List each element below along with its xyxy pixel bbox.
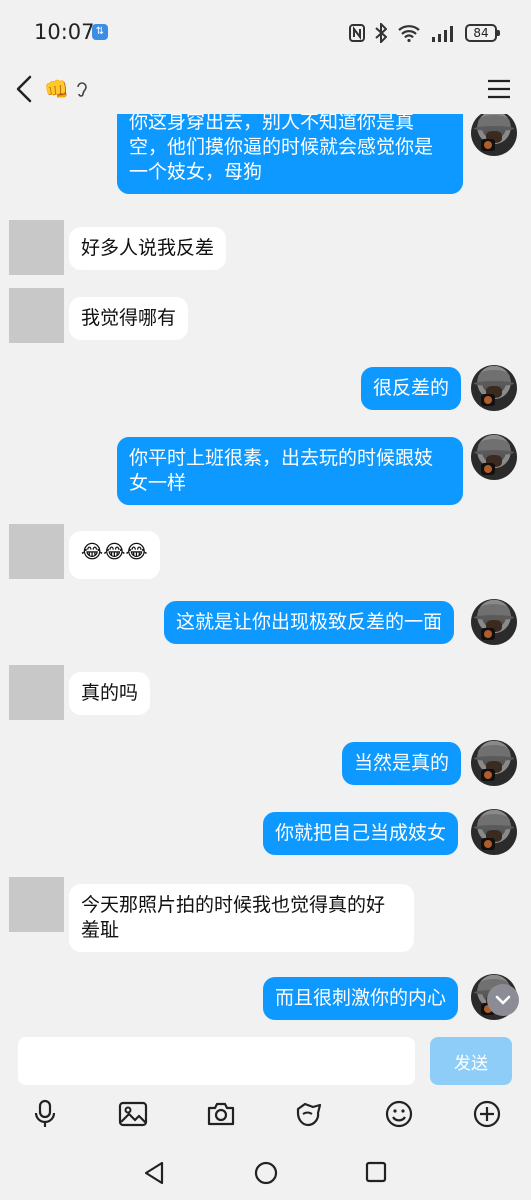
my-avatar[interactable] [471, 434, 517, 480]
message-bubble-incoming[interactable]: 😂😂😂 [69, 531, 160, 579]
contact-avatar[interactable] [9, 665, 64, 720]
chevron-down-icon [495, 995, 511, 1005]
send-button[interactable]: 发送 [430, 1037, 512, 1085]
status-icons: 84 [349, 22, 500, 44]
my-avatar[interactable] [471, 114, 517, 156]
message-bubble-outgoing[interactable]: 当然是真的 [342, 742, 462, 785]
red-packet-icon [296, 1102, 322, 1127]
message-input[interactable] [18, 1037, 415, 1085]
system-recents-button[interactable] [364, 1160, 390, 1186]
ear-icon [77, 82, 87, 97]
message-bubble-incoming[interactable]: 真的吗 [69, 672, 151, 715]
image-icon [118, 1101, 148, 1127]
chat-header: 👊 [0, 64, 531, 114]
message-bubble-outgoing[interactable]: 而且很刺激你的内心 [263, 977, 459, 1020]
emoji-button[interactable] [384, 1099, 414, 1129]
triangle-back-icon [144, 1161, 164, 1185]
image-button[interactable] [118, 1099, 148, 1129]
my-avatar[interactable] [471, 599, 517, 645]
contact-avatar[interactable] [9, 524, 64, 579]
contact-avatar[interactable] [9, 288, 64, 343]
message-bubble-outgoing[interactable]: 你这身穿出去，别人不知道你是真空，他们摸你逼的时候就会感觉你是一个妓女，母狗 [117, 114, 463, 194]
message-bubble-outgoing[interactable]: 你就把自己当成妓女 [263, 812, 459, 855]
voice-button[interactable] [31, 1099, 61, 1129]
status-time: 10:07 [34, 20, 95, 44]
message-bubble-outgoing[interactable]: 你平时上班很素，出去玩的时候跟妓女一样 [117, 437, 463, 505]
contact-avatar[interactable] [9, 220, 64, 275]
back-button[interactable] [14, 74, 38, 104]
camera-button[interactable] [206, 1099, 236, 1129]
menu-button[interactable] [487, 78, 511, 100]
system-back-button[interactable] [142, 1160, 168, 1186]
composer: 发送 [0, 1031, 531, 1093]
chevron-left-icon [16, 75, 32, 103]
app-notification-icon: ⇅ [92, 24, 108, 40]
nfc-icon [349, 24, 365, 42]
wifi-icon [398, 25, 420, 42]
chat-title: 👊 [44, 77, 89, 101]
battery-indicator: 84 [465, 24, 500, 42]
message-bubble-incoming[interactable]: 好多人说我反差 [69, 227, 227, 270]
more-button[interactable] [472, 1099, 502, 1129]
signal-icon [432, 26, 453, 42]
red-packet-button[interactable] [294, 1099, 324, 1129]
message-bubble-outgoing[interactable]: 很反差的 [361, 367, 462, 410]
plus-icon [473, 1100, 501, 1128]
system-navigation-bar [0, 1140, 531, 1200]
system-home-button[interactable] [253, 1160, 279, 1186]
message-bubble-outgoing[interactable]: 这就是让你出现极致反差的一面 [164, 601, 455, 644]
title-emoji: 👊 [44, 77, 69, 101]
circle-home-icon [254, 1161, 278, 1185]
microphone-icon [34, 1099, 56, 1127]
bluetooth-icon [375, 23, 387, 43]
message-bubble-incoming[interactable]: 今天那照片拍的时候我也觉得真的好羞耻 [69, 884, 414, 952]
message-bubble-incoming[interactable]: 我觉得哪有 [69, 297, 189, 340]
message-list[interactable]: 你这身穿出去，别人不知道你是真空，他们摸你逼的时候就会感觉你是一个妓女，母狗 好… [0, 114, 531, 1031]
scroll-to-bottom-button[interactable] [487, 984, 519, 1016]
my-avatar[interactable] [471, 365, 517, 411]
contact-avatar[interactable] [9, 877, 64, 932]
menu-icon [488, 79, 510, 99]
my-avatar[interactable] [471, 809, 517, 855]
square-recents-icon [365, 1161, 387, 1183]
emoji-icon [385, 1100, 413, 1128]
my-avatar[interactable] [471, 740, 517, 786]
status-bar: 10:07 ⇅ 84 [0, 0, 531, 64]
input-toolbar [0, 1093, 531, 1135]
camera-icon [207, 1102, 235, 1126]
